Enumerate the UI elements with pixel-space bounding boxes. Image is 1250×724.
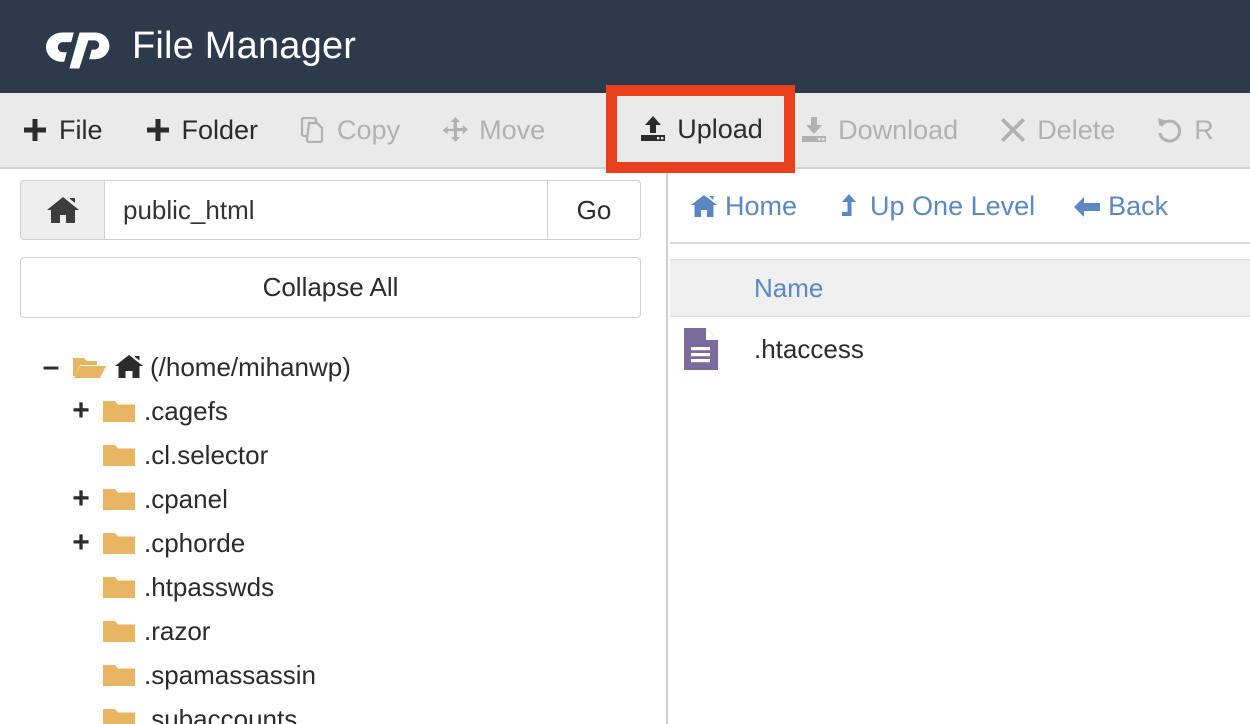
tree-node-label: .htpasswds xyxy=(144,572,275,602)
expand-expander-icon[interactable]: + xyxy=(68,484,94,514)
new-folder-button[interactable]: Folder xyxy=(123,93,279,167)
cpanel-logo-icon xyxy=(46,32,110,68)
tree-node-label: .cphorde xyxy=(144,528,246,558)
upload-highlight-box: Upload xyxy=(606,85,795,173)
tree-node-razor[interactable]: + .razor xyxy=(0,609,666,653)
new-file-button[interactable]: File xyxy=(0,93,123,167)
plus-icon xyxy=(20,115,50,145)
collapse-all-button[interactable]: Collapse All xyxy=(20,257,641,318)
path-home-button[interactable] xyxy=(20,180,104,240)
path-bar: Go xyxy=(20,180,641,240)
tree-node-label: .razor xyxy=(144,616,211,646)
copy-label: Copy xyxy=(337,114,401,145)
collapse-expander-icon[interactable]: – xyxy=(38,352,64,382)
expand-expander-icon[interactable]: + xyxy=(68,528,94,558)
tree-node-cagefs[interactable]: + .cagefs xyxy=(0,389,666,433)
tree-node-label: .subaccounts xyxy=(144,704,298,724)
tree-node-home[interactable]: – (/home/mihanwp) xyxy=(0,345,666,389)
table-row[interactable]: .htaccess xyxy=(670,318,1250,380)
delete-button[interactable]: Delete xyxy=(978,93,1135,167)
restore-icon xyxy=(1155,115,1185,145)
file-table-header: Name xyxy=(670,259,1250,317)
copy-icon xyxy=(298,115,328,145)
tree-node-label: (/home/mihanwp) xyxy=(150,352,351,382)
nav-up-one-level-link[interactable]: Up One Level xyxy=(835,191,1035,222)
download-label: Download xyxy=(838,114,959,145)
tree-node-cl-selector[interactable]: + .cl.selector xyxy=(0,433,666,477)
new-folder-label: Folder xyxy=(181,114,259,145)
restore-label: R xyxy=(1194,114,1214,145)
app-header: File Manager xyxy=(0,0,1250,93)
tree-node-htpasswds[interactable]: + .htpasswds xyxy=(0,565,666,609)
upload-button[interactable]: Upload xyxy=(632,114,769,144)
page-title: File Manager xyxy=(132,25,357,67)
folder-icon xyxy=(103,401,135,422)
tree-node-spamassassin[interactable]: + .spamassassin xyxy=(0,653,666,697)
nav-up-label: Up One Level xyxy=(870,191,1036,221)
expand-expander-icon[interactable]: + xyxy=(68,396,94,426)
move-label: Move xyxy=(479,114,546,145)
file-name-label: .htaccess xyxy=(754,334,864,364)
path-input[interactable] xyxy=(104,180,548,240)
arrow-left-icon xyxy=(1073,193,1101,221)
tree-node-label: .cagefs xyxy=(144,396,228,426)
folder-icon xyxy=(103,489,135,510)
delete-icon xyxy=(998,115,1028,145)
tree-node-label: .cl.selector xyxy=(144,440,269,470)
download-icon xyxy=(799,115,829,145)
home-icon xyxy=(115,355,143,378)
file-navigation-bar: Home Up One Level Back xyxy=(670,171,1250,244)
nav-home-link[interactable]: Home xyxy=(690,191,797,222)
move-icon xyxy=(440,115,470,145)
delete-label: Delete xyxy=(1037,114,1116,145)
new-file-label: File xyxy=(59,114,103,145)
download-button[interactable]: Download xyxy=(779,93,978,167)
tree-node-subaccounts[interactable]: + .subaccounts xyxy=(0,697,666,724)
column-header-name[interactable]: Name xyxy=(754,275,823,301)
nav-home-label: Home xyxy=(725,191,798,221)
tree-node-label: .spamassassin xyxy=(144,660,316,690)
tree-node-cpanel[interactable]: + .cpanel xyxy=(0,477,666,521)
file-list: .htaccess xyxy=(670,318,1250,380)
folder-open-icon xyxy=(73,358,106,378)
folder-icon xyxy=(103,665,135,686)
home-icon xyxy=(46,197,79,223)
move-button[interactable]: Move xyxy=(420,93,565,167)
tree-node-label: .cpanel xyxy=(144,484,228,514)
folder-icon xyxy=(103,577,135,598)
document-icon xyxy=(684,328,718,370)
plus-icon xyxy=(143,115,173,145)
folder-tree: – (/home/mihanwp) + .cagefs + .cl.sele xyxy=(0,345,666,724)
nav-back-link[interactable]: Back xyxy=(1073,191,1168,222)
directory-tree-panel: Go Collapse All – (/home/mihanwp) + .cag… xyxy=(0,171,668,724)
folder-icon xyxy=(103,709,135,724)
tree-node-cphorde[interactable]: + .cphorde xyxy=(0,521,666,565)
upload-icon xyxy=(638,114,668,144)
nav-back-label: Back xyxy=(1108,191,1169,221)
home-icon xyxy=(690,193,718,221)
folder-icon xyxy=(103,445,135,466)
file-list-panel: Home Up One Level Back Name .htaccess xyxy=(670,171,1250,724)
go-button[interactable]: Go xyxy=(548,180,641,240)
restore-button[interactable]: R xyxy=(1135,93,1234,167)
upload-label: Upload xyxy=(677,113,763,144)
folder-icon xyxy=(103,533,135,554)
copy-button[interactable]: Copy xyxy=(278,93,420,167)
folder-icon xyxy=(103,621,135,642)
arrow-up-icon xyxy=(835,193,863,221)
